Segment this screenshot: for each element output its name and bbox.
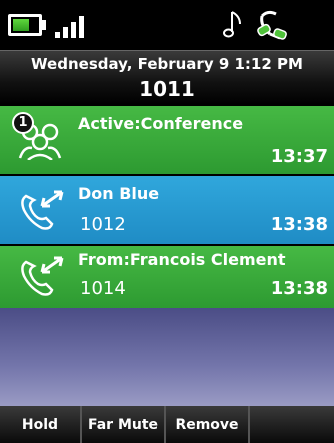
call-row-conference[interactable]: 1 Active:Conference 13:37 — [0, 106, 334, 174]
date-header: Wednesday, February 9 1:12 PM 1011 — [0, 50, 334, 104]
far-mute-softkey[interactable]: Far Mute — [82, 406, 166, 443]
phone-transfer-icon — [21, 190, 64, 230]
hold-softkey[interactable]: Hold — [0, 406, 82, 443]
music-note-icon — [223, 11, 241, 38]
extension-number: 1011 — [139, 77, 195, 101]
call-time: 13:38 — [270, 278, 328, 299]
empty-call-area — [0, 308, 334, 406]
call-time: 13:37 — [270, 146, 328, 167]
call-title: From:Francois Clement — [78, 250, 286, 269]
date-time: Wednesday, February 9 1:12 PM — [31, 55, 303, 73]
empty-softkey[interactable] — [250, 406, 334, 443]
signal-bars-icon — [53, 14, 93, 38]
battery-icon — [8, 14, 42, 36]
call-number: 1012 — [80, 214, 126, 235]
call-title: Don Blue — [78, 184, 160, 203]
remove-softkey[interactable]: Remove — [166, 406, 250, 443]
call-time: 13:38 — [270, 214, 328, 235]
call-row-don-blue[interactable]: Don Blue 1012 13:38 — [0, 176, 334, 244]
call-row-francois-clement[interactable]: From:Francois Clement 1014 13:38 — [0, 246, 334, 308]
battery-tip — [42, 20, 46, 30]
call-count-badge: 1 — [12, 112, 34, 134]
call-number: 1014 — [80, 278, 126, 299]
headset-icon[interactable] — [256, 8, 290, 42]
softkey-bar: Hold Far Mute Remove — [0, 406, 334, 443]
status-bar — [0, 0, 334, 50]
phone-transfer-icon — [21, 256, 64, 296]
call-title: Active:Conference — [78, 114, 244, 133]
